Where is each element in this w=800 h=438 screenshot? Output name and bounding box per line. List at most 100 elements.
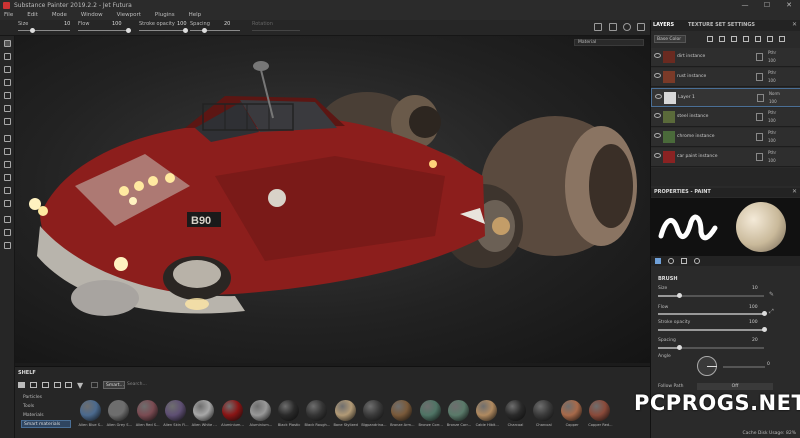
refresh-icon[interactable] [54, 382, 61, 388]
prop-spacing-slider[interactable] [658, 345, 764, 350]
layer-name[interactable]: steel instance [677, 114, 708, 119]
duplicate-layer-icon[interactable] [767, 36, 773, 42]
material-swatch[interactable] [80, 400, 101, 421]
layer-opacity[interactable]: 100 [768, 58, 776, 63]
menu-mode[interactable]: Mode [52, 11, 67, 20]
stroke-opacity-slider[interactable] [139, 30, 187, 31]
clone-icon[interactable] [4, 105, 11, 112]
layer-name[interactable]: dirt instance [677, 54, 705, 59]
export-icon[interactable] [4, 229, 11, 236]
paint-brush-icon[interactable] [4, 40, 11, 47]
layer-blend-mode[interactable]: Pthr [768, 50, 776, 55]
filter-icon[interactable]: ▼ [77, 381, 83, 390]
pen-pressure-icon[interactable]: ✎ [769, 291, 774, 298]
layer-opacity[interactable]: 100 [768, 78, 776, 83]
material-swatch[interactable] [589, 400, 611, 421]
display-icon[interactable] [4, 174, 11, 181]
add-paint-layer-icon[interactable] [731, 36, 737, 42]
menu-window[interactable]: Window [81, 11, 103, 20]
layer-row[interactable]: steel instance Pthr 100 [651, 108, 800, 127]
layer-opacity[interactable]: 100 [768, 138, 776, 143]
eraser-icon[interactable] [4, 53, 11, 60]
stroke-opacity-knob[interactable] [183, 28, 188, 33]
visibility-eye-icon[interactable] [654, 73, 661, 78]
material-tab-icon[interactable] [694, 258, 700, 264]
layer-opacity[interactable]: 100 [768, 118, 776, 123]
tab-layers[interactable]: LAYERS [653, 21, 674, 30]
layer-row[interactable]: Layer 1 Norm 100 [651, 88, 800, 107]
shelf-filter-tag[interactable]: Smart... [103, 381, 125, 389]
shelf-category-tools[interactable]: Tools [23, 404, 34, 409]
layer-mask-icon[interactable] [756, 53, 763, 61]
menu-edit[interactable]: Edit [27, 11, 38, 20]
layer-opacity[interactable]: 100 [768, 158, 776, 163]
record-icon[interactable] [623, 23, 631, 31]
import-icon[interactable] [42, 382, 49, 388]
visibility-eye-icon[interactable] [654, 133, 661, 138]
material-swatch[interactable] [108, 400, 130, 421]
material-swatch[interactable] [164, 400, 186, 421]
flow-slider-knob[interactable] [126, 28, 131, 33]
add-effect-icon[interactable] [707, 36, 713, 42]
brush-tab-icon[interactable] [655, 258, 661, 264]
shader-icon[interactable] [4, 187, 11, 194]
material-swatch[interactable] [447, 400, 469, 421]
layer-name[interactable]: Layer 1 [678, 95, 695, 100]
properties-close-icon[interactable]: ✕ [792, 188, 797, 195]
flow-slider[interactable] [78, 30, 130, 31]
log-icon[interactable] [4, 200, 11, 207]
delete-layer-icon[interactable] [779, 36, 785, 42]
spacing-value[interactable]: 20 [224, 21, 230, 27]
plugins-icon[interactable] [4, 242, 11, 249]
export-shelf-icon[interactable] [65, 382, 72, 388]
visibility-eye-icon[interactable] [654, 53, 661, 58]
flow-pressure-icon[interactable]: ⤢ [769, 308, 774, 316]
prop-size-value[interactable]: 10 [752, 286, 758, 291]
layer-blend-mode[interactable]: Pthr [768, 130, 776, 135]
prop-flow-value[interactable]: 100 [749, 305, 758, 310]
render-icon[interactable] [609, 23, 617, 31]
viewport-3d[interactable]: Material B90 [15, 36, 650, 363]
channel-select[interactable]: Base Color [654, 35, 686, 43]
layer-row[interactable]: car paint instance Pthr 100 [651, 148, 800, 167]
follow-path-toggle[interactable]: Off [697, 383, 773, 390]
clear-filter-icon[interactable] [91, 382, 98, 388]
layer-blend-mode[interactable]: Pthr [768, 70, 776, 75]
layer-mask-icon[interactable] [756, 153, 763, 161]
history-icon[interactable] [4, 216, 11, 223]
layer-row[interactable]: chrome instance Pthr 100 [651, 128, 800, 147]
material-swatch[interactable] [193, 400, 215, 421]
new-folder-icon[interactable] [30, 382, 37, 388]
jet-car-model[interactable]: B90 [15, 36, 650, 363]
layer-row[interactable]: dirt instance Pthr 100 [651, 48, 800, 67]
picker-icon[interactable] [4, 118, 11, 125]
add-mask-icon[interactable] [755, 36, 761, 42]
layer-mask-icon[interactable] [756, 133, 763, 141]
visibility-eye-icon[interactable] [654, 153, 661, 158]
maximize-button[interactable]: ☐ [756, 0, 778, 11]
folder-icon[interactable] [18, 382, 25, 388]
layer-name[interactable]: chrome instance [677, 134, 714, 139]
geometry-fill-icon[interactable] [4, 79, 11, 86]
shelf-category-particles[interactable]: Particles [23, 395, 42, 400]
angle-slider[interactable] [723, 366, 765, 368]
menu-viewport[interactable]: Viewport [117, 11, 141, 20]
screenshot-icon[interactable] [637, 23, 645, 31]
close-button[interactable]: ✕ [778, 0, 800, 11]
layer-name[interactable]: car paint instance [677, 154, 718, 159]
size-slider-knob[interactable] [30, 28, 35, 33]
layer-mask-icon[interactable] [756, 73, 763, 81]
add-folder-icon[interactable] [743, 36, 749, 42]
material-swatch[interactable] [363, 400, 384, 421]
material-swatch[interactable] [532, 400, 554, 421]
stencil-tab-icon[interactable] [681, 258, 687, 264]
material-swatch[interactable] [278, 400, 300, 421]
shelf-category-materials[interactable]: Materials [23, 413, 44, 418]
texture-set-icon[interactable] [4, 148, 11, 155]
material-swatch[interactable] [334, 400, 356, 421]
rotation-slider[interactable] [252, 30, 300, 31]
alpha-tab-icon[interactable] [668, 258, 674, 264]
settings-icon[interactable] [4, 135, 11, 142]
spacing-slider-knob[interactable] [202, 28, 207, 33]
spacing-slider[interactable] [190, 30, 240, 31]
